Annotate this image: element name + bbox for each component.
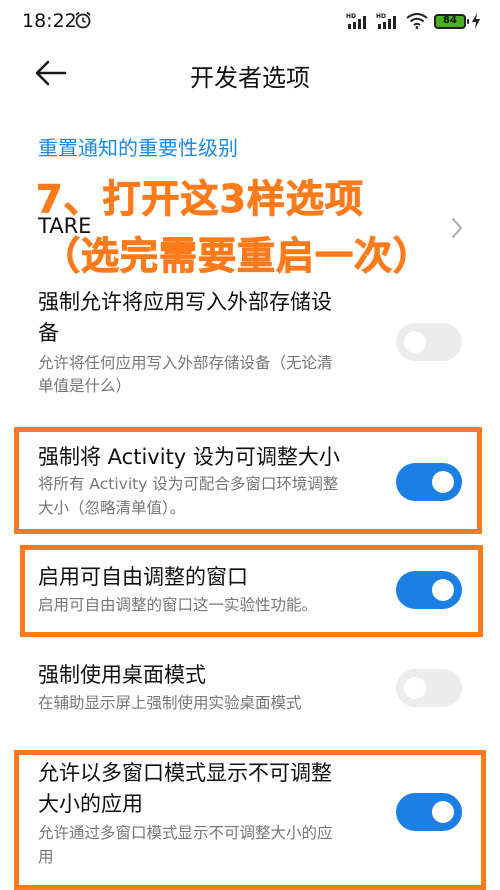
status-icons: HD HD 84 <box>346 12 480 30</box>
setting-desc-resizable-activity: 将所有 Activity 设为可配合多窗口环境调整 <box>38 475 339 493</box>
setting-title-freeform-windows: 启用可自由调整的窗口 <box>38 565 248 589</box>
annotation-title: 7、打开这3样选项 <box>36 177 364 222</box>
battery-level: 84 <box>443 14 457 26</box>
setting-desc-force-external-storage: 允许将任何应用写入外部存储设备（无论清 <box>38 354 333 372</box>
signal-icon-2: HD <box>376 13 396 29</box>
setting-title-force-external-storage: 强制允许将应用写入外部存储设 <box>38 290 332 314</box>
annotation-subtitle: （选完需要重启一次） <box>41 234 433 279</box>
signal-icon: HD <box>346 13 366 29</box>
toggle-resizable-activity[interactable] <box>396 463 462 501</box>
toggle-force-external-storage[interactable] <box>396 323 462 361</box>
status-time: 18:22 <box>22 10 77 32</box>
battery-icon: 84 <box>434 13 469 29</box>
toggle-freeform-windows[interactable] <box>396 571 462 609</box>
toggle-desktop-mode[interactable] <box>396 669 462 707</box>
chevron-right-icon <box>452 218 462 238</box>
toggle-non-resizable-multiwindow[interactable] <box>396 793 462 831</box>
charging-icon <box>472 13 480 29</box>
section-header: 重置通知的重要性级别 <box>38 136 238 160</box>
toggle-knob <box>432 471 454 493</box>
alarm-clock-icon <box>75 11 91 29</box>
setting-desc-non-resizable-multiwindow: 允许通过多窗口模式显示不可调整大小的应 <box>38 824 333 842</box>
setting-desc-non-resizable-multiwindow-2: 用 <box>38 848 54 866</box>
setting-desc-desktop-mode: 在辅助显示屏上强制使用实验桌面模式 <box>38 694 302 712</box>
toggle-knob <box>432 801 454 823</box>
setting-title-non-resizable-multiwindow-2: 大小的应用 <box>38 792 143 816</box>
page-title: 开发者选项 <box>190 64 310 92</box>
setting-title-force-external-storage-2: 备 <box>38 321 59 345</box>
toggle-knob <box>404 677 426 699</box>
setting-desc-force-external-storage-2: 单值是什么） <box>38 377 132 395</box>
toggle-knob <box>404 331 426 353</box>
setting-title-non-resizable-multiwindow: 允许以多窗口模式显示不可调整 <box>38 761 332 785</box>
signal-hd-label-2: HD <box>376 13 386 20</box>
setting-title-desktop-mode: 强制使用桌面模式 <box>38 663 206 687</box>
setting-desc-resizable-activity-2: 大小（忽略清单值）。 <box>38 499 186 517</box>
setting-desc-freeform-windows: 启用可自由调整的窗口这一实验性功能。 <box>38 596 318 614</box>
toggle-knob <box>432 579 454 601</box>
signal-hd-label: HD <box>346 13 356 20</box>
setting-title-resizable-activity: 强制将 Activity 设为可调整大小 <box>38 445 340 469</box>
status-bar: 18:22 HD HD 84 <box>0 0 500 44</box>
wifi-icon <box>406 13 428 29</box>
